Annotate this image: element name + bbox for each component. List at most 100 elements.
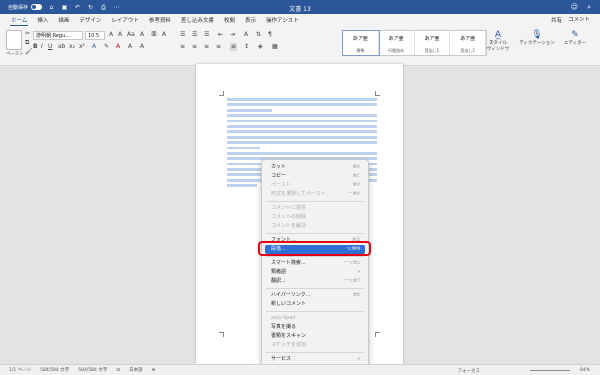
style-preview: あア亜: [352, 36, 368, 42]
dictation-button[interactable]: 🎙 ディクテーション: [518, 30, 556, 46]
style-heading1[interactable]: あア亜 見出し1: [415, 31, 451, 55]
copy-icon[interactable]: ⧉: [25, 39, 29, 47]
char-count-2[interactable]: 584/584 文字: [78, 367, 107, 373]
asian-layout-icon[interactable]: A: [244, 31, 248, 39]
cut-icon[interactable]: ✂: [25, 30, 30, 38]
style-heading2[interactable]: あア亜 見出し2: [450, 31, 486, 55]
font-size-box[interactable]: 10.5: [85, 31, 105, 40]
underline-icon[interactable]: U: [48, 43, 52, 51]
menu-shortcut: ^⌥⌘T: [343, 279, 360, 284]
subscript-icon[interactable]: x₂: [69, 43, 75, 51]
style-no-spacing[interactable]: あア亜 行間詰め: [379, 31, 415, 55]
menu-item-delete-comment[interactable]: コメントの削除: [262, 213, 368, 222]
search-icon[interactable]: ⌕: [587, 3, 591, 12]
ribbon: ペースト ✂ ⧉ 🖌 游明朝 Regu... 10.5 A A Aa A 亜 A…: [0, 26, 600, 66]
distributed-icon[interactable]: ≡: [230, 43, 238, 51]
menu-item-copy[interactable]: コピー ⌘C: [262, 172, 368, 181]
tab-tell-me[interactable]: 操作アシスト: [261, 16, 304, 26]
tab-insert[interactable]: 挿入: [32, 16, 53, 26]
menu-item-reply-comment[interactable]: コメントに返信: [262, 204, 368, 213]
show-marks-icon[interactable]: ¶: [268, 31, 272, 39]
tab-references[interactable]: 参考資料: [144, 16, 176, 26]
selected-line: [227, 184, 257, 188]
borders-icon[interactable]: ▦: [272, 43, 278, 51]
style-pane-button[interactable]: A̲ スタイル ウィンドウ: [486, 30, 510, 52]
comment-button[interactable]: コメント: [568, 15, 590, 23]
increase-indent-icon[interactable]: ⇥: [230, 31, 235, 39]
focus-mode[interactable]: フォーカス: [458, 368, 481, 374]
menu-item-paste[interactable]: ペースト ⌘V: [262, 181, 368, 190]
menu-item-label: anju iipad: [271, 315, 296, 321]
align-left-icon[interactable]: ≡: [180, 43, 185, 51]
tab-design[interactable]: デザイン: [74, 16, 106, 26]
grow-font-icon[interactable]: A: [109, 31, 113, 39]
selected-line: [227, 114, 377, 117]
decrease-indent-icon[interactable]: ⇤: [218, 31, 223, 39]
tab-mailings[interactable]: 差し込み文書: [176, 16, 219, 26]
char-count[interactable]: 584/584 文字: [40, 367, 69, 373]
style-normal[interactable]: あア亜 標準: [342, 30, 380, 56]
user-icon[interactable]: ☺: [571, 3, 578, 11]
proofing-icon[interactable]: ⊡: [116, 368, 120, 373]
tab-view[interactable]: 表示: [240, 16, 261, 26]
multilevel-list-icon[interactable]: ☰: [204, 31, 209, 39]
numbering-icon[interactable]: ☰: [192, 31, 197, 39]
bullets-icon[interactable]: ☰: [180, 31, 185, 39]
menu-item-smart-lookup[interactable]: スマート検索... ^⌥⌘L: [262, 259, 368, 268]
accessibility-icon[interactable]: ⊕: [152, 368, 156, 373]
menu-item-synonyms[interactable]: 類義語 ›: [262, 268, 368, 277]
change-case-icon[interactable]: Aa: [127, 31, 135, 39]
menu-item-translate[interactable]: 翻訳... ^⌥⌘T: [262, 277, 368, 286]
menu-item-resolve-comment[interactable]: コメントを解決: [262, 222, 368, 231]
highlight-icon[interactable]: ✎: [104, 43, 109, 51]
menu-item-take-photo[interactable]: 写真を撮る: [262, 323, 368, 332]
editor-button[interactable]: ✎ エディター: [560, 30, 590, 46]
italic-icon[interactable]: I: [41, 43, 43, 51]
char-shading-icon[interactable]: A: [128, 43, 132, 51]
phonetic-guide-icon[interactable]: 亜: [151, 31, 157, 39]
superscript-icon[interactable]: x²: [79, 43, 85, 51]
menu-separator: [266, 288, 364, 289]
text-effects-icon[interactable]: A: [92, 43, 96, 51]
menu-item-hyperlink[interactable]: ハイパーリンク... ⌘K: [262, 291, 368, 300]
font-name-box[interactable]: 游明朝 Regu...: [33, 31, 83, 40]
align-right-icon[interactable]: ≡: [204, 43, 209, 51]
menu-item-paste-special[interactable]: 形式を選択してペースト... ^⌘V: [262, 190, 368, 199]
undo-icon[interactable]: ↶: [74, 4, 81, 11]
autosave-toggle[interactable]: [31, 4, 43, 10]
sort-icon[interactable]: ⇅: [256, 31, 261, 39]
menu-item-new-comment[interactable]: 新しいコメント: [262, 300, 368, 309]
menu-item-add-sketch[interactable]: スケッチを追加: [262, 341, 368, 350]
clear-format-icon[interactable]: A: [140, 31, 144, 39]
paste-button[interactable]: [6, 30, 22, 50]
style-pane-label: スタイル ウィンドウ: [486, 41, 510, 52]
zoom-slider[interactable]: [530, 370, 570, 371]
align-center-icon[interactable]: ≡: [192, 43, 197, 51]
menu-item-services[interactable]: サービス ›: [262, 355, 368, 364]
more-icon[interactable]: ⋯: [113, 4, 120, 11]
redo-icon[interactable]: ↻: [87, 4, 94, 11]
shrink-font-icon[interactable]: A: [118, 31, 122, 39]
line-spacing-icon[interactable]: ↕: [244, 43, 249, 51]
zoom-level[interactable]: 84%: [580, 368, 590, 373]
justify-icon[interactable]: ≡: [216, 43, 221, 51]
print-icon[interactable]: ⎙: [100, 4, 107, 11]
strikethrough-icon[interactable]: ab: [58, 43, 66, 51]
tab-review[interactable]: 校閲: [219, 16, 240, 26]
enclose-char-icon[interactable]: A: [162, 31, 166, 39]
save-icon[interactable]: ▣: [61, 4, 68, 11]
tab-layout[interactable]: レイアウト: [106, 16, 144, 26]
tab-draw[interactable]: 描画: [53, 16, 74, 26]
format-painter-icon[interactable]: 🖌: [25, 48, 33, 56]
char-border-icon[interactable]: A: [140, 43, 144, 51]
share-button[interactable]: 共有: [551, 16, 562, 24]
menu-item-cut[interactable]: カット ⌘X: [262, 163, 368, 172]
page-count[interactable]: 1/1 ページ: [9, 367, 31, 373]
menu-item-scan-document[interactable]: 書類をスキャン: [262, 332, 368, 341]
font-color-icon[interactable]: A: [116, 43, 120, 51]
bold-icon[interactable]: B: [33, 43, 38, 51]
language[interactable]: 日本語: [129, 367, 143, 373]
tab-home[interactable]: ホーム: [6, 16, 32, 26]
home-icon[interactable]: ⌂: [48, 4, 55, 11]
shading-icon[interactable]: ◈: [258, 43, 263, 51]
